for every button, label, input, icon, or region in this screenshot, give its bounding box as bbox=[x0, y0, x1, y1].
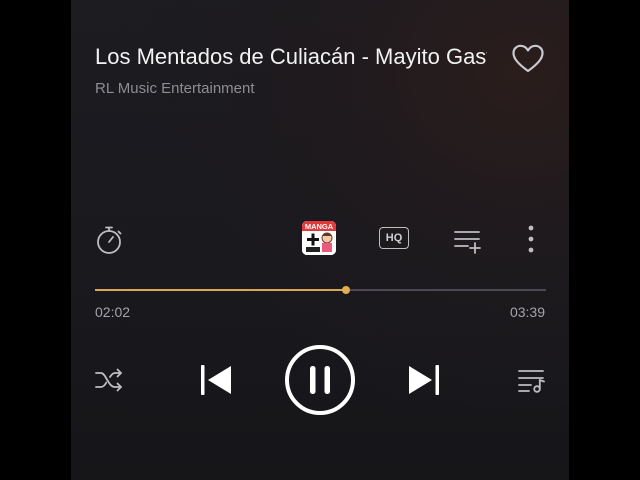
artist-name[interactable]: RL Music Entertainment bbox=[95, 80, 255, 97]
timer-icon[interactable] bbox=[93, 224, 125, 256]
progress-fill bbox=[95, 289, 347, 291]
hq-label: HQ bbox=[385, 232, 403, 244]
manga-badge-text: MANGA bbox=[305, 222, 334, 231]
progress-bar[interactable] bbox=[95, 286, 546, 294]
playlist-icon[interactable] bbox=[517, 366, 547, 394]
add-to-queue-icon[interactable] bbox=[451, 224, 483, 256]
player-screen: Los Mentados de Culiacán - Mayito Gastel… bbox=[71, 0, 569, 480]
progress-knob[interactable] bbox=[342, 286, 351, 294]
manga-app-icon[interactable]: MANGA bbox=[302, 221, 336, 255]
more-icon[interactable] bbox=[519, 222, 543, 256]
song-title: Los Mentados de Culiacán - Mayito Gastel… bbox=[95, 44, 487, 69]
pause-icon bbox=[285, 345, 355, 415]
pause-button[interactable] bbox=[284, 344, 356, 416]
shuffle-icon[interactable] bbox=[93, 364, 125, 396]
total-time: 03:39 bbox=[509, 304, 545, 320]
hq-icon[interactable]: HQ bbox=[379, 227, 409, 249]
current-time: 02:02 bbox=[95, 304, 131, 320]
heart-icon[interactable] bbox=[511, 42, 545, 76]
previous-icon[interactable] bbox=[197, 360, 237, 400]
next-icon[interactable] bbox=[403, 360, 443, 400]
